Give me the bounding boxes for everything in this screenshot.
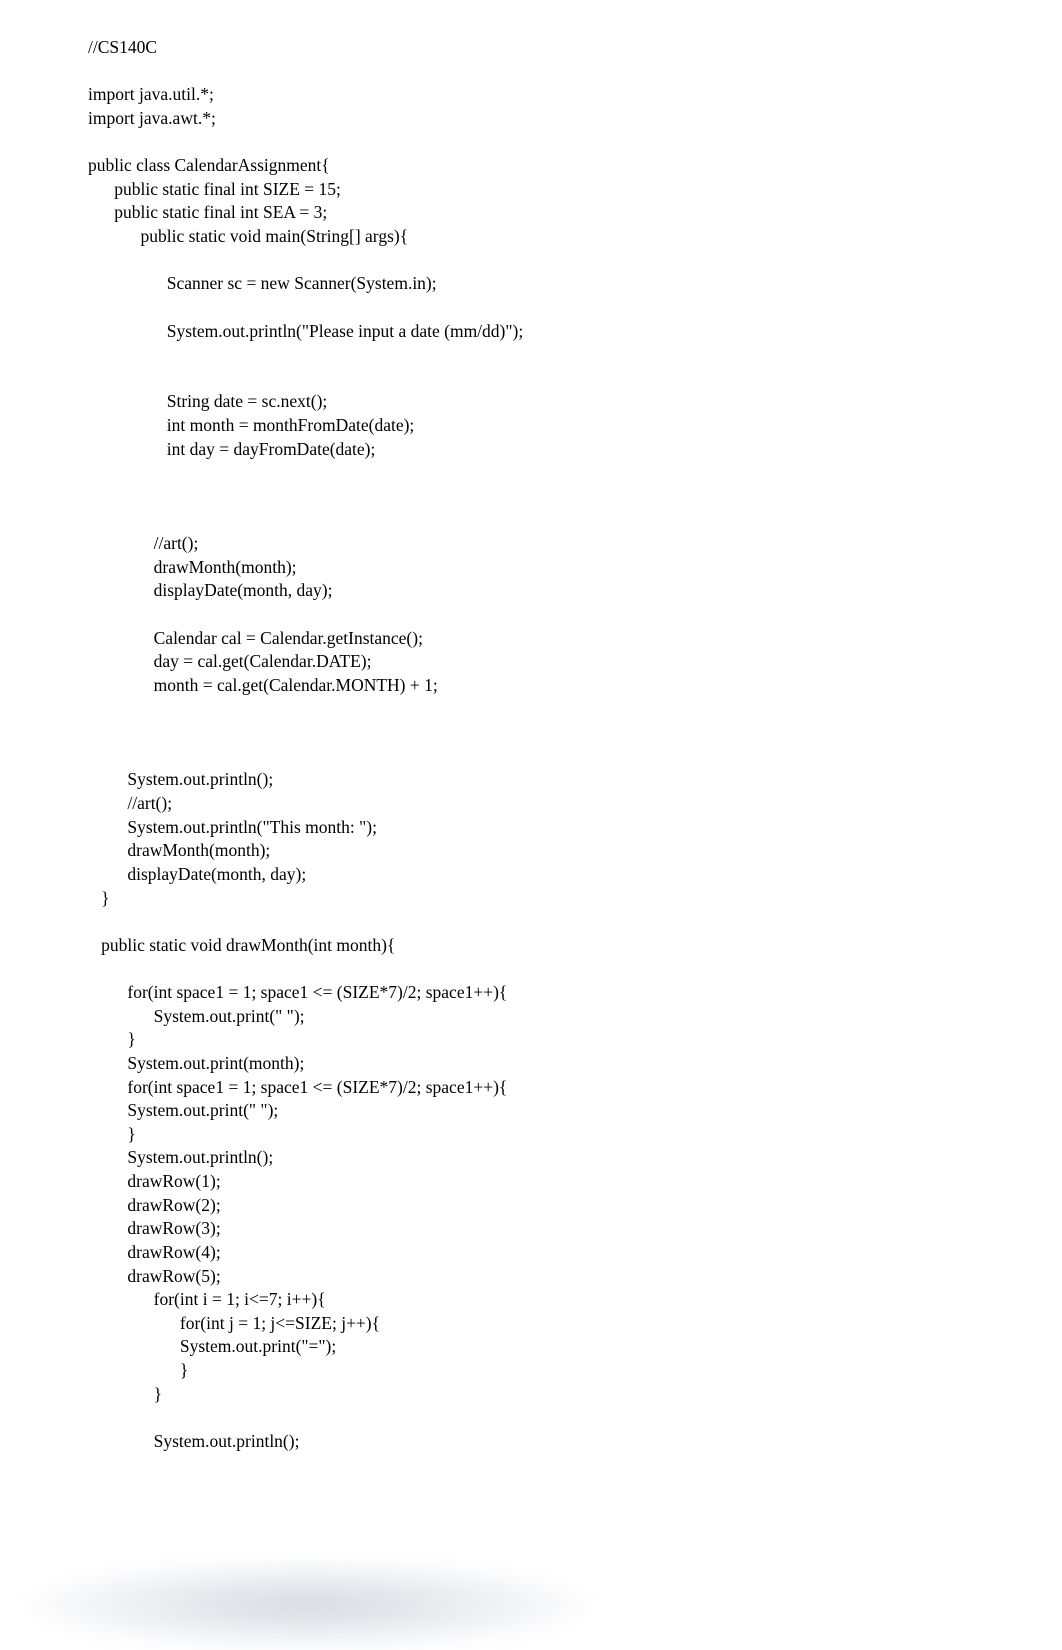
code-line: displayDate(month, day); [88,863,974,887]
code-line: drawRow(3); [88,1217,974,1241]
code-line [88,461,974,485]
code-line: for(int i = 1; i<=7; i++){ [88,1288,974,1312]
code-line: drawMonth(month); [88,556,974,580]
code-line [88,910,974,934]
code-line [88,698,974,722]
code-line: int month = monthFromDate(date); [88,414,974,438]
code-line: int day = dayFromDate(date); [88,438,974,462]
code-line: System.out.print(" "); [88,1005,974,1029]
code-line [88,296,974,320]
blurred-preview-region [28,1560,588,1650]
code-line [88,509,974,533]
code-line: //art(); [88,792,974,816]
code-line: System.out.print(" "); [88,1099,974,1123]
code-line: } [88,1383,974,1407]
code-line [88,485,974,509]
code-line: public static final int SEA = 3; [88,201,974,225]
code-line: System.out.println(); [88,1146,974,1170]
code-line: //CS140C [88,36,974,60]
code-line: Scanner sc = new Scanner(System.in); [88,272,974,296]
code-line: month = cal.get(Calendar.MONTH) + 1; [88,674,974,698]
code-line: import java.util.*; [88,83,974,107]
code-line: for(int j = 1; j<=SIZE; j++){ [88,1312,974,1336]
code-line: Calendar cal = Calendar.getInstance(); [88,627,974,651]
code-line: //art(); [88,532,974,556]
code-line: } [88,1359,974,1383]
code-line: for(int space1 = 1; space1 <= (SIZE*7)/2… [88,981,974,1005]
code-line: } [88,1028,974,1052]
code-line [88,957,974,981]
code-line: System.out.println(); [88,768,974,792]
code-line [88,131,974,155]
code-line: drawRow(1); [88,1170,974,1194]
code-line: } [88,1123,974,1147]
code-line: public static void main(String[] args){ [88,225,974,249]
code-line [88,249,974,273]
code-line [88,1406,974,1430]
code-line: for(int space1 = 1; space1 <= (SIZE*7)/2… [88,1076,974,1100]
code-line: System.out.println("Please input a date … [88,320,974,344]
code-line [88,60,974,84]
code-line: import java.awt.*; [88,107,974,131]
code-line: drawRow(2); [88,1194,974,1218]
code-line [88,343,974,367]
code-line [88,745,974,769]
code-line: System.out.println(); [88,1430,974,1454]
code-line: System.out.print("="); [88,1335,974,1359]
code-line: public static final int SIZE = 15; [88,178,974,202]
code-line: System.out.println("This month: "); [88,816,974,840]
code-line: drawRow(5); [88,1265,974,1289]
code-line: } [88,887,974,911]
code-line: drawRow(4); [88,1241,974,1265]
code-line: String date = sc.next(); [88,390,974,414]
code-line [88,603,974,627]
code-line: public class CalendarAssignment{ [88,154,974,178]
code-line: public static void drawMonth(int month){ [88,934,974,958]
code-line: System.out.print(month); [88,1052,974,1076]
code-line: day = cal.get(Calendar.DATE); [88,650,974,674]
code-document: //CS140C import java.util.*;import java.… [0,0,1062,1554]
code-line: displayDate(month, day); [88,579,974,603]
code-line [88,721,974,745]
code-line [88,367,974,391]
code-line: drawMonth(month); [88,839,974,863]
